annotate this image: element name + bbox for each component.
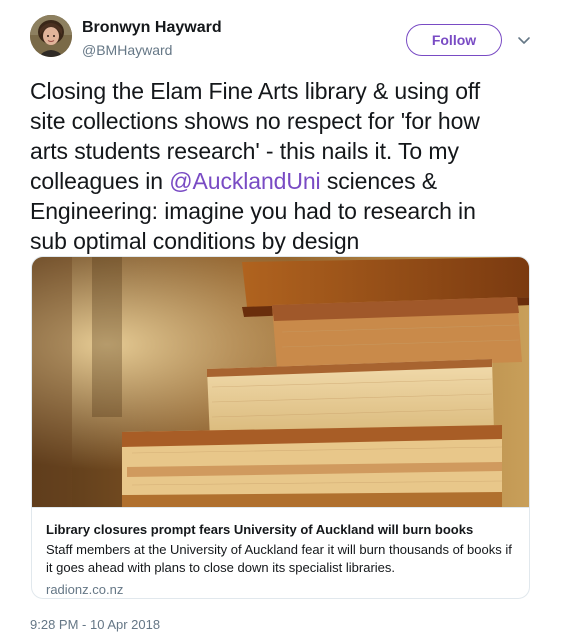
tweet: Bronwyn Hayward @BMHayward Follow Closin… xyxy=(0,0,562,644)
tweet-text-line: Engineering: imagine you had to research… xyxy=(30,198,476,224)
card-domain: radionz.co.nz xyxy=(46,582,124,597)
tweet-text-segment: colleagues in xyxy=(30,168,170,194)
follow-button[interactable]: Follow xyxy=(406,24,502,56)
avatar[interactable] xyxy=(30,15,72,57)
mention-link[interactable]: @AucklandUni xyxy=(169,168,320,194)
author-handle[interactable]: @BMHayward xyxy=(82,42,172,58)
card-body: Library closures prompt fears University… xyxy=(32,507,529,598)
tweet-text-line: sub optimal conditions by design xyxy=(30,228,360,254)
tweet-text-line: site collections shows no respect for 'f… xyxy=(30,108,480,134)
tweet-text-line: Closing the Elam Fine Arts library & usi… xyxy=(30,78,481,104)
tweet-text-segment: sciences & xyxy=(320,168,438,194)
tweet-text-line: colleagues in @AucklandUni sciences & xyxy=(30,166,550,196)
chevron-down-icon[interactable] xyxy=(514,30,534,50)
link-card[interactable]: Library closures prompt fears University… xyxy=(31,256,530,599)
tweet-text-line: arts students research' - this nails it.… xyxy=(30,138,459,164)
avatar-photo xyxy=(30,15,72,57)
tweet-text: Closing the Elam Fine Arts library & usi… xyxy=(30,76,550,256)
card-image[interactable] xyxy=(32,257,530,507)
author-name[interactable]: Bronwyn Hayward xyxy=(82,19,222,37)
card-description: Staff members at the University of Auckl… xyxy=(46,542,512,575)
card-title[interactable]: Library closures prompt fears University… xyxy=(46,521,517,538)
timestamp[interactable]: 9:28 PM - 10 Apr 2018 xyxy=(30,617,160,632)
